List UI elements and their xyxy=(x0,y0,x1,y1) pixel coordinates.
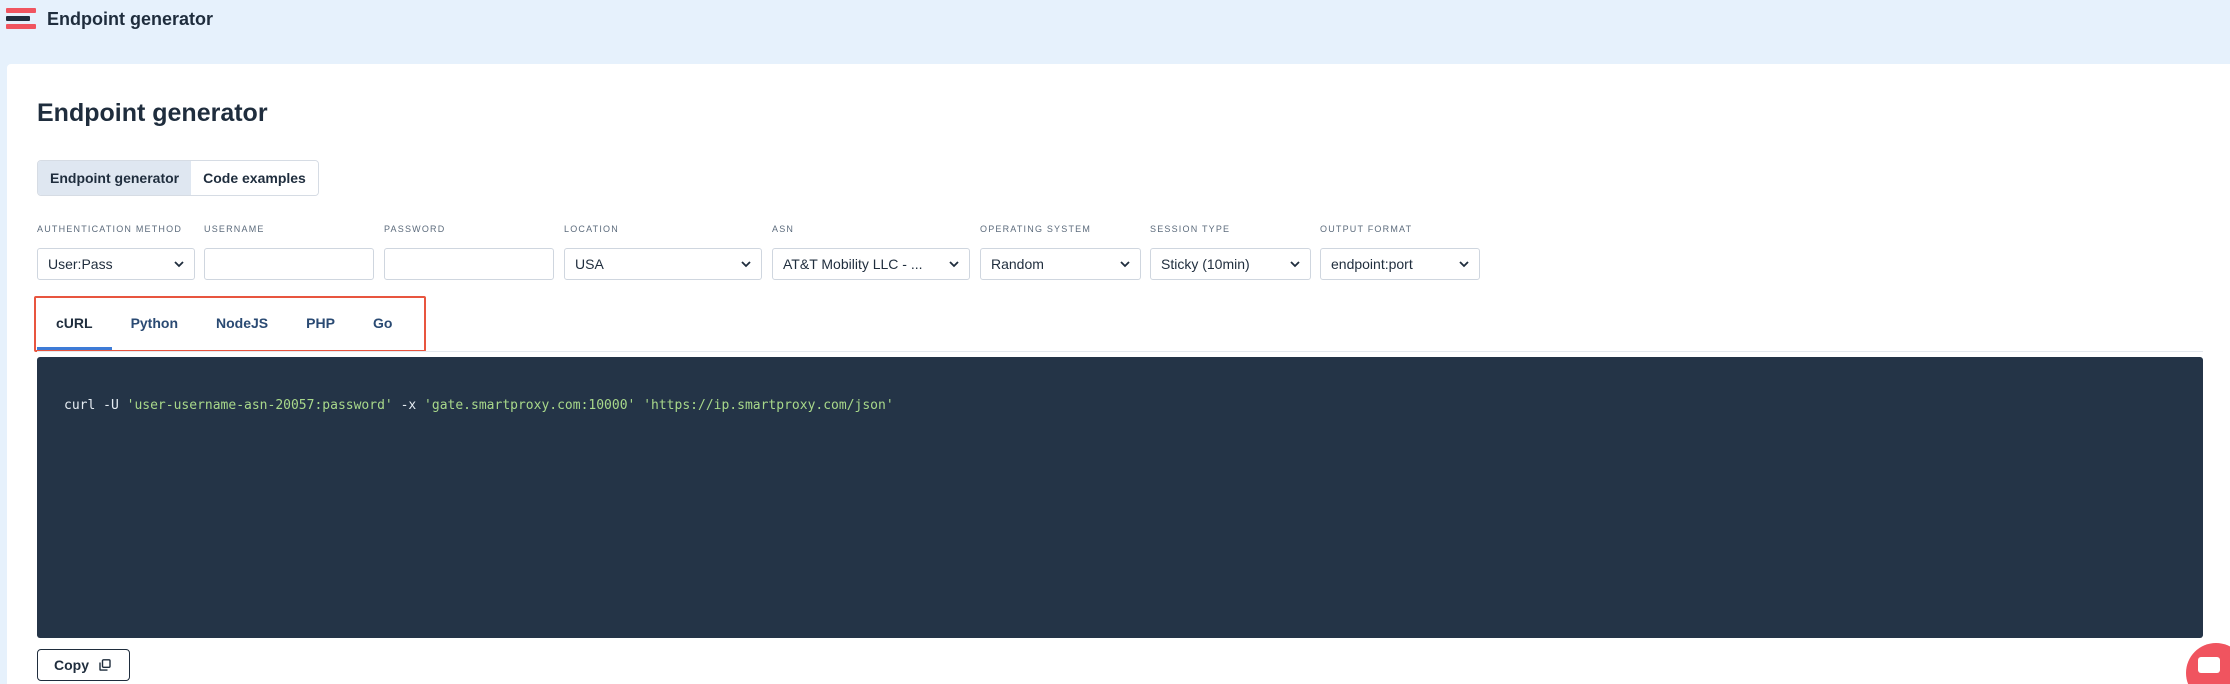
code-cmd: curl xyxy=(64,398,96,413)
os-label: OPERATING SYSTEM xyxy=(980,224,1092,234)
session-type-select[interactable]: Sticky (10min) xyxy=(1150,248,1311,280)
code-url: 'https://ip.smartproxy.com/json' xyxy=(643,398,894,413)
chevron-down-icon xyxy=(1290,261,1300,268)
session-type-label: SESSION TYPE xyxy=(1150,224,1231,234)
os-value: Random xyxy=(991,256,1044,272)
mode-switcher: Endpoint generator Code examples xyxy=(37,160,319,196)
copy-button-label: Copy xyxy=(54,657,89,673)
username-field: USERNAME xyxy=(204,224,374,280)
app-title: Endpoint generator xyxy=(47,9,213,29)
code-line: curl -U 'user-username-asn-20057:passwor… xyxy=(64,398,894,413)
session-type-field: SESSION TYPE Sticky (10min) xyxy=(1150,224,1311,280)
password-field: PASSWORD xyxy=(384,224,554,280)
copy-button[interactable]: Copy xyxy=(37,649,130,681)
tab-curl[interactable]: cURL xyxy=(37,298,112,350)
auth-method-label: AUTHENTICATION METHOD xyxy=(37,224,183,234)
code-block: curl -U 'user-username-asn-20057:passwor… xyxy=(37,357,2203,638)
main-card: Endpoint generator Endpoint generator Co… xyxy=(7,64,2230,684)
tab-python[interactable]: Python xyxy=(112,298,197,350)
output-format-label: OUTPUT FORMAT xyxy=(1320,224,1413,234)
tab-endpoint-generator[interactable]: Endpoint generator xyxy=(38,161,192,195)
auth-method-select[interactable]: User:Pass xyxy=(37,248,195,280)
location-value: USA xyxy=(575,256,604,272)
chevron-down-icon xyxy=(174,261,184,268)
output-format-value: endpoint:port xyxy=(1331,256,1413,272)
username-input[interactable] xyxy=(204,248,374,280)
tab-code-examples[interactable]: Code examples xyxy=(191,161,318,195)
session-type-value: Sticky (10min) xyxy=(1161,256,1250,272)
chevron-down-icon xyxy=(949,261,959,268)
tab-go[interactable]: Go xyxy=(354,298,411,350)
page-title: Endpoint generator xyxy=(37,99,268,127)
copy-icon xyxy=(99,659,111,671)
top-bar: Endpoint generator xyxy=(0,0,2230,40)
chevron-down-icon xyxy=(741,261,751,268)
asn-label: ASN xyxy=(772,224,795,234)
tab-nodejs[interactable]: NodeJS xyxy=(197,298,287,350)
tab-php[interactable]: PHP xyxy=(287,298,354,350)
asn-select[interactable]: AT&T Mobility LLC - ... xyxy=(772,248,970,280)
location-field: LOCATION USA xyxy=(564,224,762,280)
code-proxy: 'gate.smartproxy.com:10000' xyxy=(424,398,636,413)
hamburger-logo-icon[interactable] xyxy=(6,8,36,32)
auth-method-field: AUTHENTICATION METHOD User:Pass xyxy=(37,224,195,280)
output-format-select[interactable]: endpoint:port xyxy=(1320,248,1480,280)
tabs-divider xyxy=(37,351,2203,352)
output-format-field: OUTPUT FORMAT endpoint:port xyxy=(1320,224,1480,280)
language-tabs: cURL Python NodeJS PHP Go xyxy=(37,298,411,350)
os-field: OPERATING SYSTEM Random xyxy=(980,224,1141,280)
asn-field: ASN AT&T Mobility LLC - ... xyxy=(772,224,970,280)
asn-value: AT&T Mobility LLC - ... xyxy=(783,256,923,272)
code-flag-proxy: -x xyxy=(400,398,417,413)
password-label: PASSWORD xyxy=(384,224,446,234)
code-credentials: 'user-username-asn-20057:password' xyxy=(126,398,393,413)
os-select[interactable]: Random xyxy=(980,248,1141,280)
code-flag-user: -U xyxy=(103,398,119,413)
location-label: LOCATION xyxy=(564,224,619,234)
password-input[interactable] xyxy=(384,248,554,280)
username-label: USERNAME xyxy=(204,224,265,234)
auth-method-value: User:Pass xyxy=(48,256,113,272)
location-select[interactable]: USA xyxy=(564,248,762,280)
chat-icon xyxy=(2198,657,2220,673)
chevron-down-icon xyxy=(1459,261,1469,268)
chevron-down-icon xyxy=(1120,261,1130,268)
